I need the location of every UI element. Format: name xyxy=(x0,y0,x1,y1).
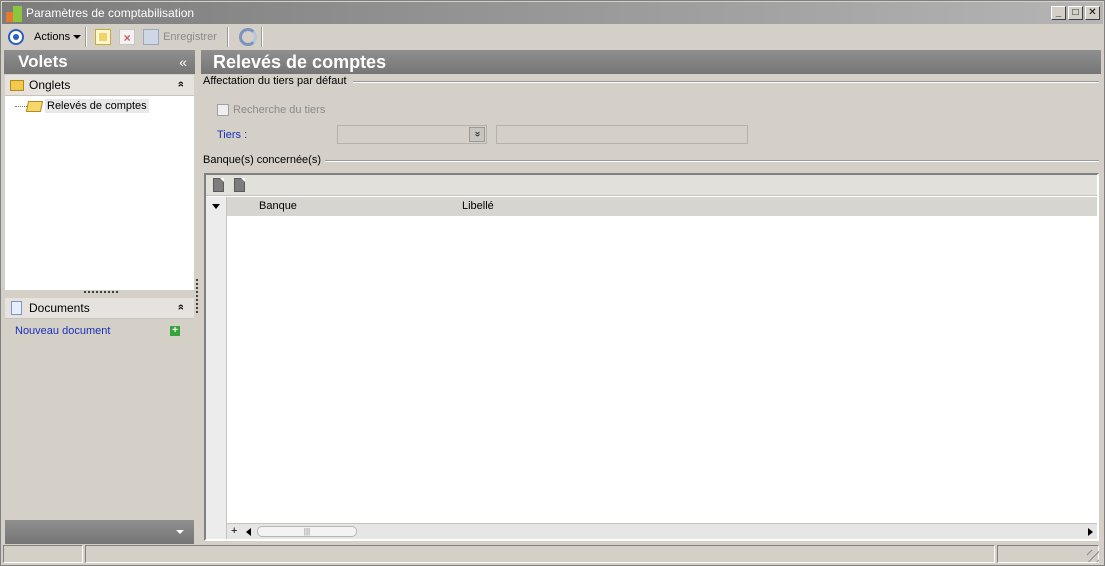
chevron-up-double-icon[interactable]: » xyxy=(175,81,187,87)
left-pane-footer[interactable] xyxy=(5,520,194,544)
status-cell xyxy=(3,545,83,563)
tree-item-label: Relevés de comptes xyxy=(45,99,149,113)
onglets-tree: Relevés de comptes xyxy=(5,96,194,290)
volets-header: Volets « xyxy=(4,50,195,74)
section-rule xyxy=(325,160,1099,162)
chevron-down-icon[interactable] xyxy=(176,530,184,534)
volets-title: Volets xyxy=(18,52,68,71)
section-rule xyxy=(353,81,1099,83)
save-button[interactable]: Enregistrer xyxy=(163,31,217,43)
navigation-circle-icon[interactable] xyxy=(8,28,24,45)
save-icon[interactable] xyxy=(143,28,160,45)
onglets-group-header[interactable]: Onglets » xyxy=(5,75,194,96)
scroll-right-icon[interactable] xyxy=(1088,528,1093,536)
page-title: Relevés de comptes xyxy=(213,52,387,72)
section-title-banques: Banque(s) concernée(s) xyxy=(203,154,326,166)
left-pane: Volets « Onglets » Relevés de comptes Do… xyxy=(4,50,195,544)
chevron-down-icon xyxy=(73,35,82,39)
column-header-banque[interactable]: Banque xyxy=(259,200,297,212)
vertical-splitter-handle[interactable] xyxy=(196,279,198,313)
toolbar-separator xyxy=(226,26,229,47)
actions-menu-button[interactable]: Actions xyxy=(34,30,82,43)
documents-area: Nouveau document + xyxy=(5,320,194,518)
app-logo-icon xyxy=(6,6,22,22)
tiers-name-field[interactable] xyxy=(496,125,748,144)
window-title: Paramètres de comptabilisation xyxy=(26,6,195,20)
toolbar: Actions × Enregistrer xyxy=(2,24,1103,49)
folder-icon xyxy=(10,79,24,91)
minimize-button[interactable]: _ xyxy=(1051,6,1066,20)
banques-grid: Banque Libellé + ||| xyxy=(204,173,1099,541)
documents-group-header[interactable]: Documents » xyxy=(5,298,194,319)
tiers-combo[interactable]: » xyxy=(337,125,487,144)
scroll-left-icon[interactable] xyxy=(246,528,251,536)
horizontal-splitter-handle[interactable] xyxy=(84,291,118,293)
main-pane: Relevés de comptes Affectation du tiers … xyxy=(201,50,1101,543)
add-row-button[interactable]: + xyxy=(231,525,237,537)
dropdown-chevron-icon[interactable]: » xyxy=(469,127,485,142)
recherche-tiers-label: Recherche du tiers xyxy=(233,104,326,116)
new-document-link[interactable]: Nouveau document xyxy=(15,325,110,337)
document-icon xyxy=(11,301,22,315)
maximize-button[interactable]: □ xyxy=(1068,6,1083,20)
documents-label: Documents xyxy=(29,301,90,315)
toolbar-separator xyxy=(85,26,88,47)
column-header-libelle[interactable]: Libellé xyxy=(462,200,494,212)
scrollbar-thumb[interactable]: ||| xyxy=(257,526,357,537)
chevron-up-double-icon[interactable]: » xyxy=(175,304,187,310)
recherche-tiers-checkbox[interactable] xyxy=(217,104,229,116)
toolbar-separator xyxy=(260,26,263,47)
grid-horizontal-scrollbar[interactable]: + ||| xyxy=(227,523,1097,539)
grid-toolbar xyxy=(206,175,1097,196)
status-cell xyxy=(997,545,1099,563)
close-button[interactable]: ✕ xyxy=(1085,6,1100,20)
new-document-icon[interactable] xyxy=(95,28,112,45)
status-cell xyxy=(85,545,995,563)
row-header-column xyxy=(206,197,227,539)
application-window: Paramètres de comptabilisation _ □ ✕ Act… xyxy=(0,0,1105,566)
status-bar xyxy=(2,544,1103,564)
remove-row-icon[interactable] xyxy=(234,178,245,192)
refresh-icon[interactable] xyxy=(238,27,257,46)
section-title-affectation: Affectation du tiers par défaut xyxy=(203,75,351,87)
tiers-label: Tiers : xyxy=(217,129,248,141)
collapse-pane-icon[interactable]: « xyxy=(179,54,187,70)
main-header: Relevés de comptes xyxy=(201,50,1101,74)
column-chooser-icon[interactable] xyxy=(212,204,220,209)
onglets-label: Onglets xyxy=(29,78,71,92)
tree-item-releves[interactable]: Relevés de comptes xyxy=(25,97,149,115)
delete-icon[interactable]: × xyxy=(119,28,136,45)
recherche-tiers-row: Recherche du tiers xyxy=(217,104,325,116)
title-bar[interactable]: Paramètres de comptabilisation _ □ ✕ xyxy=(2,2,1103,24)
add-document-icon[interactable]: + xyxy=(170,326,180,336)
resize-grip-icon[interactable] xyxy=(1087,550,1099,562)
add-row-icon[interactable] xyxy=(213,178,224,192)
grid-header-row: Banque Libellé xyxy=(227,197,1097,216)
open-folder-icon xyxy=(25,100,44,112)
actions-label: Actions xyxy=(34,30,71,43)
